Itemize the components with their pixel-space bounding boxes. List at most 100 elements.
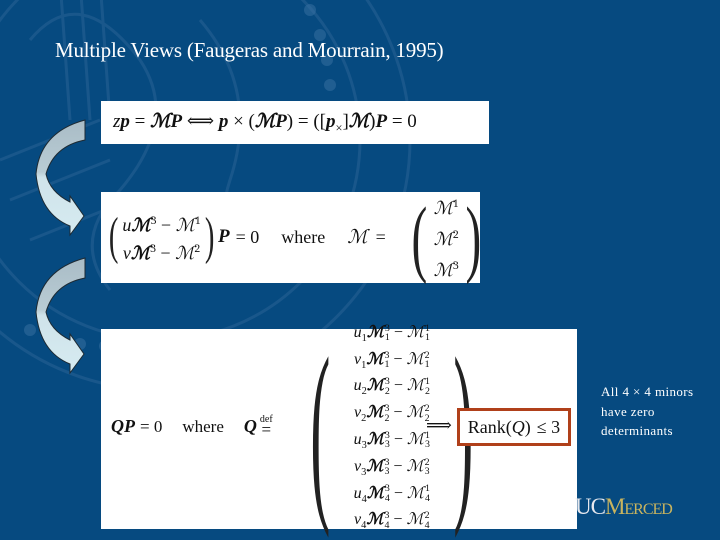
subscript: 1 [384, 332, 390, 344]
cross-symbol: × [233, 111, 244, 132]
sup-sub: 31 [384, 323, 390, 344]
curved-down-arrow-icon [35, 257, 86, 375]
sup-sub: 33 [385, 430, 390, 450]
equals-sign: = [375, 226, 386, 247]
implies-symbol: ⟹ [426, 415, 452, 435]
equals-sign: = [297, 111, 309, 132]
equals-sign: = [134, 111, 146, 132]
constraint-row: uℳ3 − ℳ1 [122, 214, 201, 236]
matrix-M-rows: ℳ1 ℳ2 ℳ3 [434, 191, 459, 284]
subscript: 2 [384, 412, 390, 424]
logo-merced: Merced [604, 494, 673, 519]
matrix-Q-row: v2ℳ 3 2− ℳ 2 2 [354, 402, 429, 429]
equation-multi-view-rank: QP = 0 where Q def = ( u1ℳ 3 1− ℳ 1 1 v1ℳ 3 1− ℳ 2… [101, 322, 577, 532]
sup-sub: 31 [384, 350, 389, 370]
right-paren: ) [204, 208, 215, 265]
equals-zero: = 0 [140, 416, 163, 436]
subscript: 4 [425, 492, 430, 504]
subscript: 1 [425, 332, 430, 344]
subscript: 2 [425, 385, 430, 397]
var-M: ℳ [366, 402, 384, 422]
var-M: ℳ [348, 110, 370, 132]
uc-merced-logo: UCMerced [575, 494, 673, 520]
var-M: ℳ [406, 482, 425, 502]
matrix-Q-row: u1ℳ 3 1− ℳ 1 1 [354, 322, 430, 349]
slide-title: Multiple Views (Faugeras and Mourrain, 1… [55, 38, 444, 62]
matrix-Q-rows: u1ℳ 3 1− ℳ 1 1 v1ℳ 3 1− ℳ 2 1 u2ℳ 3 2− ℳ 1 2 v2ℳ 3 2− ℳ 2 2 u3ℳ 3… [354, 322, 430, 536]
rank-highlight-box: Rank(Q) ≤ 3 [457, 408, 571, 446]
note-line: have zero [601, 403, 655, 419]
var-M: ℳ [150, 110, 171, 132]
left-paren: ( [108, 208, 119, 265]
var-M: ℳ [366, 429, 384, 448]
subscript: 3 [424, 466, 430, 478]
matrix-Q-row: v4ℳ 3 4− ℳ 2 4 [354, 509, 429, 536]
subscript: 4 [424, 519, 430, 531]
minus-sign: − [393, 323, 403, 341]
var-M: ℳ [366, 509, 384, 529]
equation-projection: zp = ℳP ⟺ p × (ℳP) = ([p×]ℳ)P = 0 [101, 101, 489, 144]
var-M: ℳ [406, 348, 424, 368]
implies-arrow: ⟹ [426, 415, 452, 436]
subscript: 1 [424, 358, 430, 370]
iff-symbol: ⟺ [186, 111, 215, 132]
var-M: ℳ [406, 321, 425, 341]
var-P: P [375, 111, 388, 132]
rank-inequality: ≤ 3 [536, 416, 561, 437]
var-M: ℳ [366, 482, 384, 502]
matrix-Q-row: u3ℳ 3 3− ℳ 1 3 [354, 429, 430, 456]
minus-sign: − [393, 404, 403, 422]
equals-sign: = [261, 420, 272, 439]
var-M: ℳ [406, 429, 425, 448]
constraint-stack: uℳ3 − ℳ1 vℳ3 − ℳ2 [122, 209, 200, 265]
matrix-Q-row: v3ℳ 3 3− ℳ 2 3 [354, 456, 429, 483]
constraint-row: vℳ3 − ℳ2 [122, 242, 201, 264]
minus-sign: − [393, 511, 403, 529]
coef: u [353, 323, 362, 341]
sup-sub: 33 [384, 457, 390, 478]
minus-sign: − [393, 457, 403, 475]
matrix-row: ℳ1 [433, 196, 459, 219]
sup-sub: 14 [425, 484, 430, 504]
var-p: p [326, 111, 336, 132]
where-label: where [182, 416, 224, 436]
subscript: 4 [384, 519, 390, 531]
subscript: 3 [384, 466, 390, 478]
var-M: ℳ [366, 321, 384, 341]
matrix-Q-row: u2ℳ 3 2− ℳ 1 2 [354, 375, 430, 402]
right-paren: ) [465, 189, 481, 285]
def-equals: def = [260, 415, 273, 439]
var-M: ℳ [347, 226, 368, 248]
var-M: ℳ [406, 375, 425, 395]
minors-note: All 4 × 4 minors have zero determinants [601, 382, 716, 441]
var-M: ℳ [366, 375, 384, 395]
sup-sub: 32 [385, 377, 390, 397]
rparen: ) [524, 416, 531, 437]
sup-sub: 34 [384, 511, 390, 531]
var-M: ℳ [406, 402, 424, 422]
var-P: P [275, 111, 287, 132]
equation-QP: QP = 0 where Q def = [111, 415, 273, 439]
equals-sign: = [391, 111, 403, 132]
var-P: P [170, 111, 183, 132]
equation-projection-text: zp = ℳP ⟺ p × (ℳP) = ([p×]ℳ)P = 0 [113, 110, 417, 136]
coef: u [353, 484, 362, 502]
left-paren: ( [411, 189, 428, 285]
equation-two-view-row: ( uℳ3 − ℳ1 vℳ3 − ℳ2 ) P = 0 where ℳ = [105, 204, 386, 270]
minus-sign: − [393, 377, 403, 395]
var-Q: Q [511, 416, 525, 437]
matrix-row: ℳ2 [433, 227, 459, 250]
var-Q: Q [243, 416, 257, 436]
var-M: ℳ [366, 455, 384, 475]
coef: u [353, 431, 362, 448]
matrix-row: ℳ3 [433, 258, 459, 281]
matrix-M: ( ℳ1 ℳ2 ℳ3 ) [405, 189, 487, 285]
rank-label: Rank( [467, 416, 512, 437]
rparen: ) [286, 111, 294, 132]
minus-sign: − [393, 350, 403, 368]
var-p: p [120, 111, 130, 132]
var-P: P [218, 226, 230, 247]
sup-sub: 32 [384, 403, 390, 424]
logo-uc: UC [575, 494, 606, 519]
equals-zero: = 0 [235, 226, 260, 247]
